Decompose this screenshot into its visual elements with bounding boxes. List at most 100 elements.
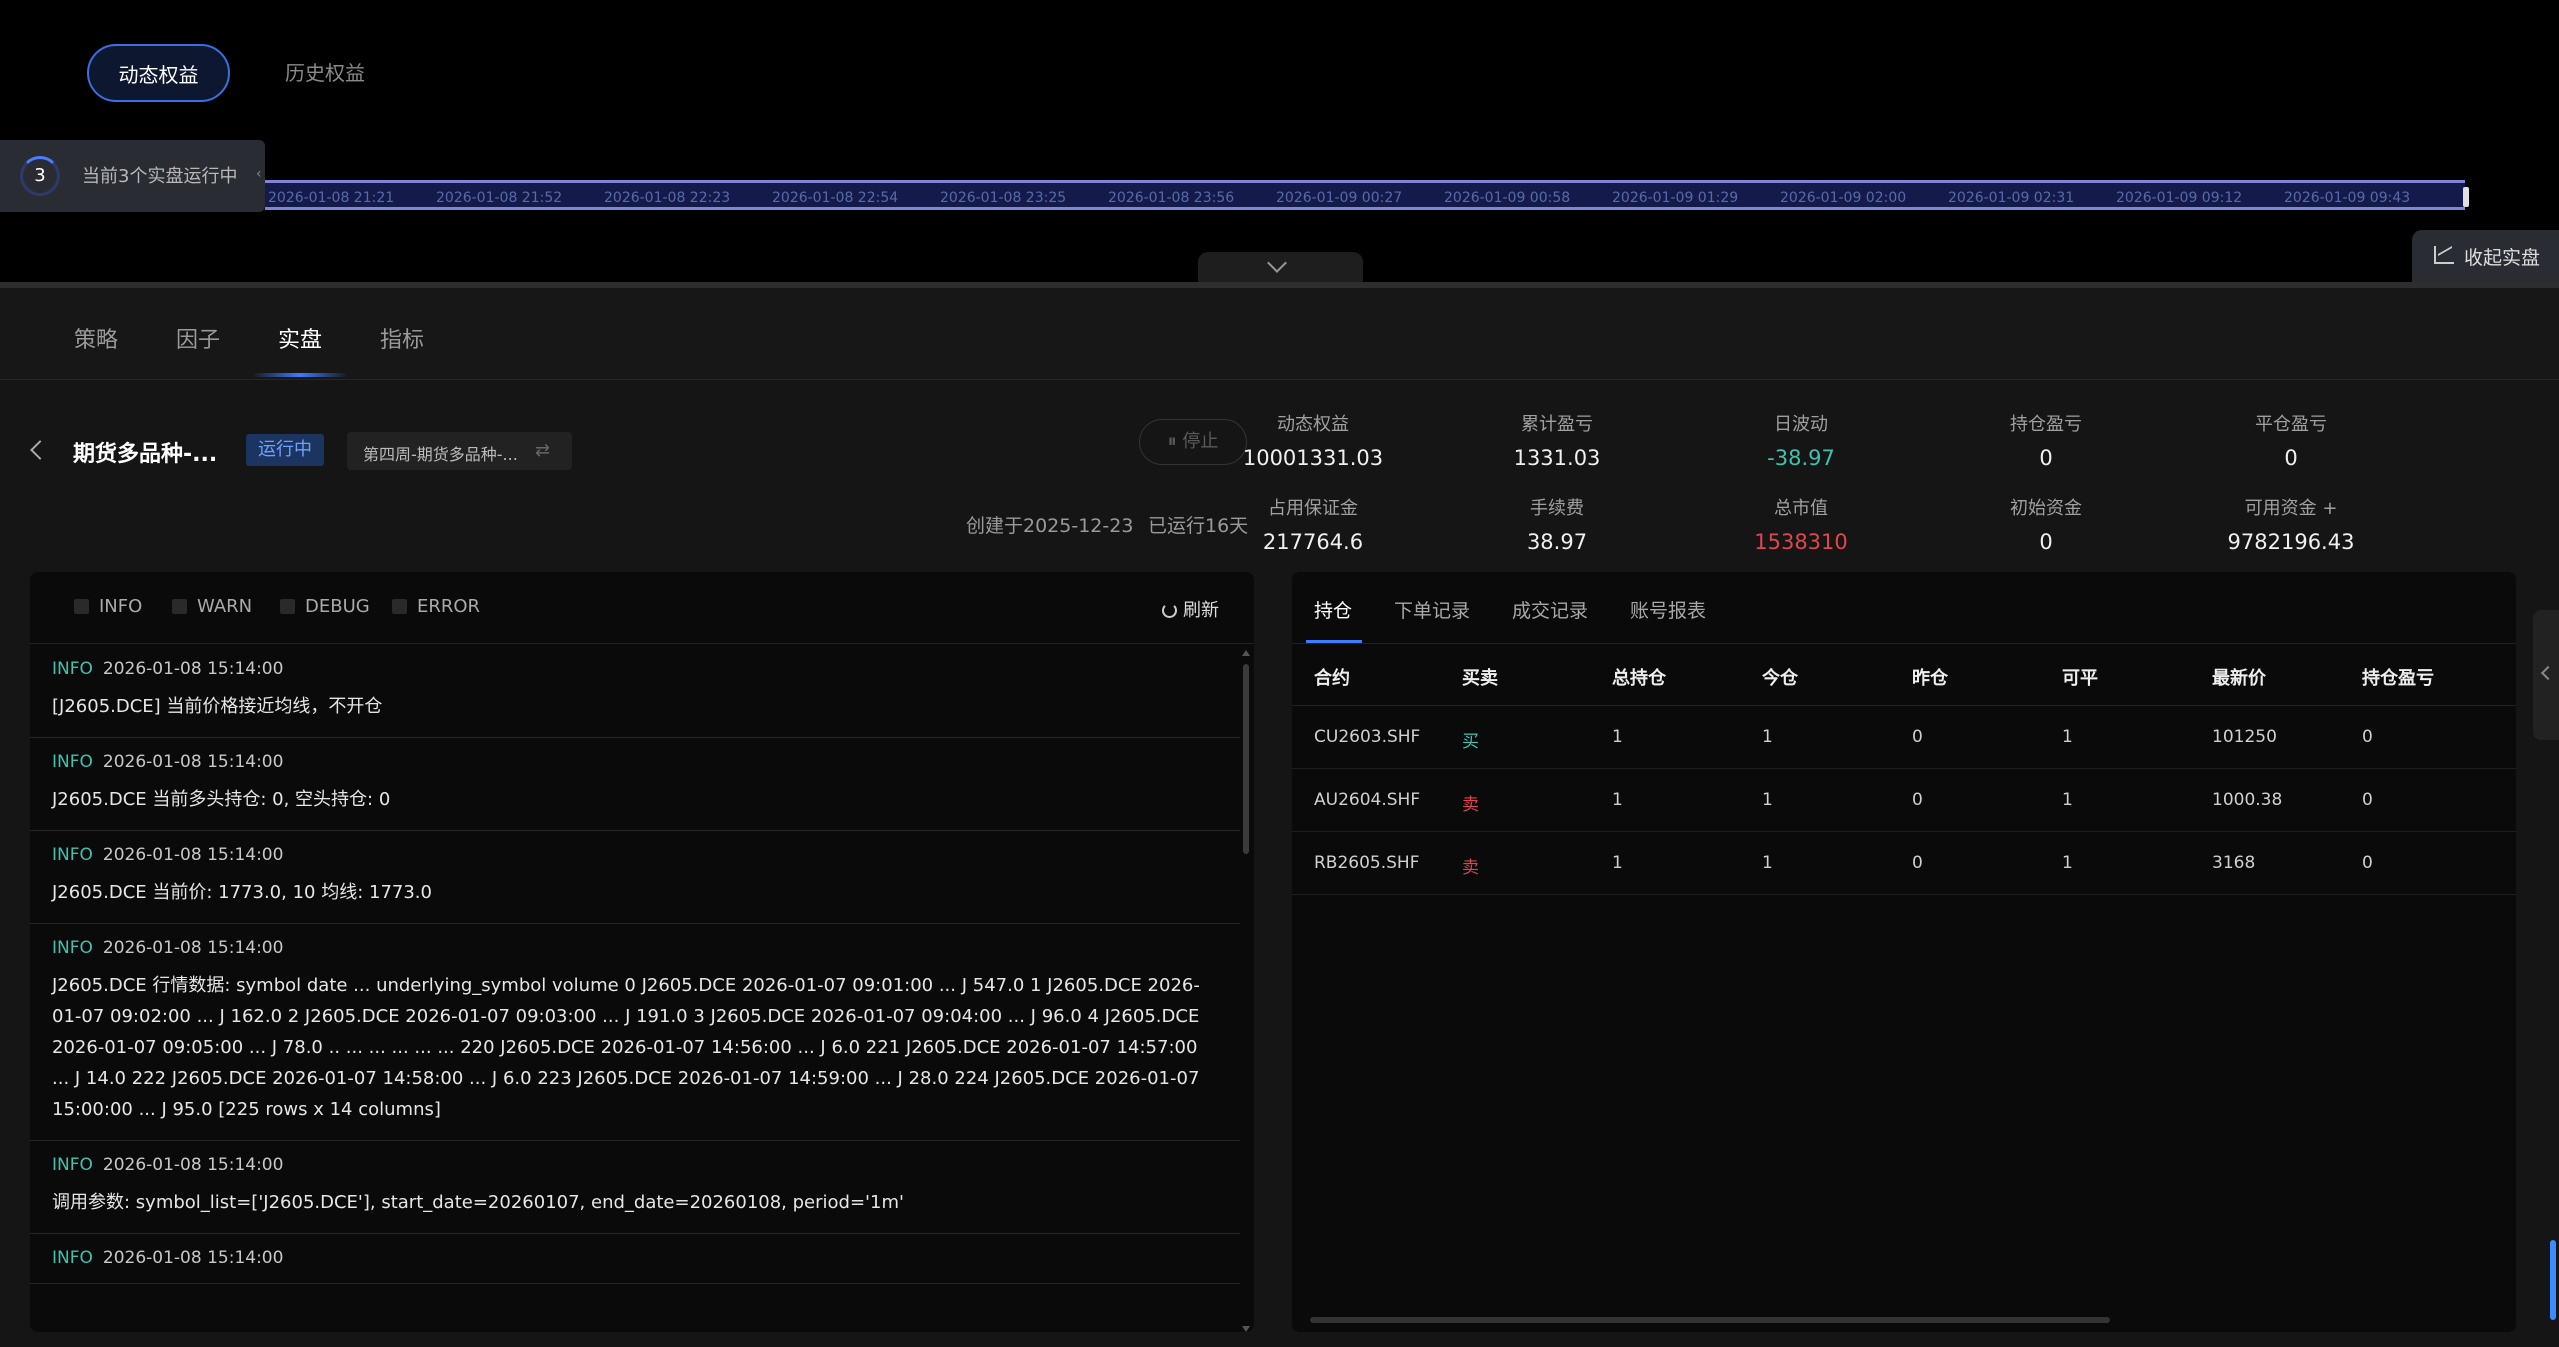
log-entry: INFO 2026-01-08 15:14:00 J2605.DCE 当前多头持仓:… [30,738,1240,831]
table-cell: RB2605.SHF [1314,853,1420,873]
filter-info[interactable]: INFO [74,596,142,617]
tab-positions[interactable]: 持仓 [1314,596,1352,623]
stat-value: 9782196.43 [2227,530,2355,554]
tab-account-report[interactable]: 账号报表 [1630,596,1706,623]
tab-trades[interactable]: 成交记录 [1512,596,1588,623]
table-cell: 1 [1612,790,1623,810]
scroll-up-icon[interactable] [1242,650,1250,656]
table-row[interactable]: AU2604.SHF 卖 1 1 0 1 1000.38 0 [1292,770,2516,832]
log-message: [J2605.DCE] 当前价格接近均线，不开仓 [52,696,383,717]
fold-live-button[interactable]: 收起实盘 [2412,230,2559,282]
table-cell: 0 [2362,853,2373,873]
table-cell: 0 [1912,790,1923,810]
table-cell: 101250 [2212,727,2277,747]
stat-label[interactable]: 可用资金 + [2191,494,2391,520]
log-level: INFO [52,659,93,679]
log-head: INFO 2026-01-08 15:14:00 [52,938,1218,958]
tab-indicator[interactable]: 指标 [380,322,424,354]
tab-orders[interactable]: 下单记录 [1394,596,1470,623]
log-time: 2026-01-08 15:14:00 [102,845,284,865]
timeline-tick: 2026-01-09 01:29 [1612,190,1739,206]
log-entry: INFO 2026-01-08 15:14:00 J2605.DCE 行情数据: s… [30,924,1240,1141]
strategy-name: 期货多品种-... [73,442,218,467]
tab-history-equity[interactable]: 历史权益 [270,44,380,102]
expand-chart-button[interactable] [1198,252,1363,282]
table-cell: 0 [2362,790,2373,810]
stat-value: 217764.6 [1262,530,1364,554]
timeline-range-slider[interactable]: 2026-01-08 21:21 2026-01-08 21:52 2026-01-… [265,180,2469,210]
stat-label: 累计盈亏 [1521,414,1593,435]
running-text: 当前3个实盘运行中 [82,166,238,187]
table-row[interactable]: RB2605.SHF 卖 1 1 0 1 3168 0 [1292,833,2516,895]
log-toolbar: INFO WARN DEBUG ERROR 刷新 [30,572,1254,644]
timeline-tick: 2026-01-09 00:27 [1276,190,1403,206]
table-cell: 1000.38 [2212,790,2283,810]
running-indicator[interactable]: 3 当前3个实盘运行中 ‹ [0,140,265,212]
timeline-tick: 2026-01-08 23:25 [940,190,1067,206]
scroll-thumb[interactable] [2550,1240,2556,1320]
column-header: 合约 [1314,668,1350,689]
timeline-tick: 2026-01-09 00:58 [1444,190,1571,206]
tab-dynamic-equity[interactable]: 动态权益 [87,44,230,102]
log-entry: INFO 2026-01-08 15:14:00 [J2605.DCE] 当前价格接… [30,645,1240,738]
timeline-tick: 2026-01-09 02:31 [1948,190,2075,206]
stat-label: 持仓盈亏 [2010,414,2082,435]
stat-label: 动态权益 [1277,414,1349,435]
chevron-left-icon[interactable]: ‹ [256,166,262,182]
table-cell: 1 [1612,727,1623,747]
stat-label: 初始资金 [2010,498,2082,519]
column-header: 昨仓 [1912,668,1948,689]
checkbox[interactable] [74,599,89,614]
log-time: 2026-01-08 15:14:00 [102,938,284,958]
tab-live[interactable]: 实盘 [278,322,322,354]
table-cell: 1 [2062,727,2073,747]
filter-warn[interactable]: WARN [172,596,252,617]
log-entry: INFO 2026-01-08 15:14:00 调用参数: symbol_list… [30,1141,1240,1234]
swap-icon[interactable]: ⇄ [535,440,550,461]
column-header: 最新价 [2212,668,2266,689]
table-header: 合约 买卖 总持仓 今仓 昨仓 可平 最新价 持仓盈亏 [1292,644,2516,706]
filter-error[interactable]: ERROR [392,596,480,617]
stat-item: 动态权益 10001331.03 [1213,410,1413,470]
column-header: 可平 [2062,668,2098,689]
checkbox[interactable] [172,599,187,614]
page-scrollbar[interactable] [2549,385,2557,1330]
stat-label: 日波动 [1774,414,1828,435]
checkbox[interactable] [392,599,407,614]
log-message: 调用参数: symbol_list=['J2605.DCE'], start_d… [52,1192,904,1213]
log-head: INFO 2026-01-08 15:14:00 [52,845,1218,865]
scroll-down-icon[interactable] [1242,1326,1250,1332]
tab-strategy[interactable]: 策略 [74,322,118,354]
tab-factor[interactable]: 因子 [176,322,220,354]
stat-label: 总市值 [1774,498,1828,519]
running-count: 3 [34,165,46,186]
timeline-tick: 2026-01-08 23:56 [1108,190,1235,206]
table-row[interactable]: CU2603.SHF 买 1 1 0 1 101250 0 [1292,707,2516,769]
stat-item: 日波动 -38.97 [1701,410,1901,470]
stat-item: 占用保证金 217764.6 [1213,494,1413,554]
stat-item: 总市值 1538310 [1701,494,1901,554]
filter-debug[interactable]: DEBUG [280,596,370,617]
strategy-select[interactable]: 第四周-期货多品种-... ⇄ [347,432,572,470]
horizontal-scrollbar[interactable] [1306,1316,2506,1324]
log-time: 2026-01-08 15:14:00 [102,752,284,772]
timeline-tick: 2026-01-09 09:43 [2284,190,2411,206]
stat-item: 初始资金 0 [1946,494,2146,554]
log-entry: INFO 2026-01-08 15:14:00 J2605.DCE 当前价: 17… [30,831,1240,924]
checkbox[interactable] [280,599,295,614]
stat-value: 1538310 [1754,530,1848,554]
active-tab-indicator [252,373,348,377]
scroll-thumb[interactable] [1310,1317,2110,1323]
log-message: J2605.DCE 当前多头持仓: 0, 空头持仓: 0 [52,789,391,810]
timeline-handle[interactable] [2463,187,2469,207]
column-header: 持仓盈亏 [2362,668,2434,689]
stat-value: -38.97 [1767,446,1835,470]
table-cell: 1 [1762,727,1773,747]
log-scrollbar[interactable] [1242,650,1250,1332]
scroll-thumb[interactable] [1243,664,1249,854]
created-date: 创建于2025-12-23 [966,515,1134,537]
log-level: INFO [52,1155,93,1175]
equity-chart-area: 动态权益 历史权益 3 当前3个实盘运行中 ‹ 2026-01-08 21:21… [0,0,2559,282]
log-time: 2026-01-08 15:14:00 [102,659,284,679]
refresh-button[interactable]: 刷新 [1162,596,1219,622]
